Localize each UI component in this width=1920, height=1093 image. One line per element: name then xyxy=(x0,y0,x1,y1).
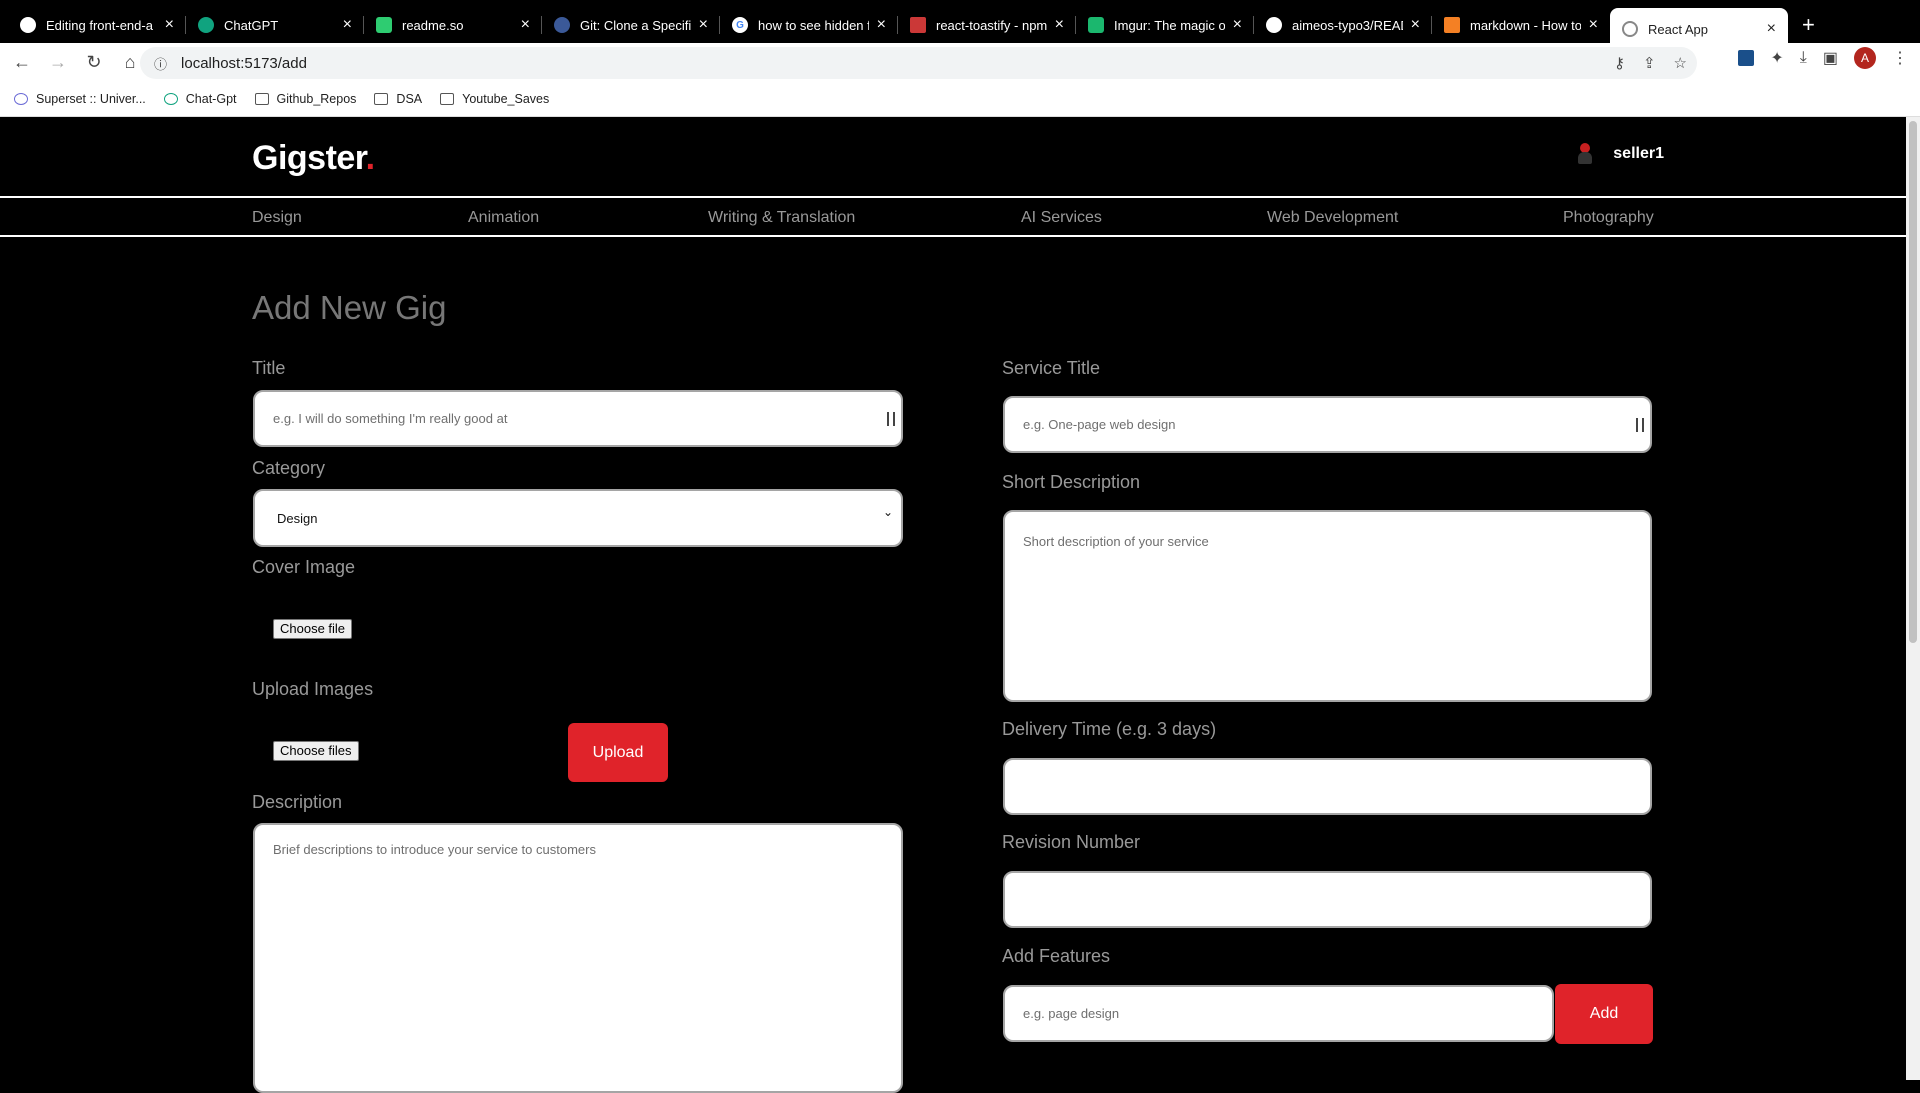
category-link[interactable]: Animation xyxy=(468,209,539,227)
git-icon xyxy=(554,17,570,33)
description-label: Description xyxy=(252,792,343,812)
add-feature-button[interactable]: Add xyxy=(1555,984,1653,1044)
category-link[interactable]: AI Services xyxy=(1021,209,1102,227)
browser-tab[interactable]: Editing front-end-a × xyxy=(8,6,186,44)
close-tab-icon[interactable]: × xyxy=(521,16,530,34)
scrollbar-thumb[interactable] xyxy=(1909,121,1917,643)
close-tab-icon[interactable]: × xyxy=(1411,16,1420,34)
npm-icon xyxy=(910,17,926,33)
extension-icon[interactable] xyxy=(1738,50,1755,66)
upload-images-label: Upload Images xyxy=(252,679,374,699)
category-nav: Design Animation Writing & Translation A… xyxy=(0,196,1906,237)
upload-button[interactable]: Upload xyxy=(568,723,668,782)
category-label: Category xyxy=(252,458,326,478)
folder-icon xyxy=(254,93,269,105)
chatgpt-icon xyxy=(163,93,178,105)
site-info-icon[interactable]: ⓘ xyxy=(154,54,167,73)
title-input[interactable]: e.g. I will do something I'm really good… xyxy=(253,390,903,447)
description-textarea[interactable]: Brief descriptions to introduce your ser… xyxy=(253,823,903,1093)
puzzle-icon[interactable]: ✦ xyxy=(1770,48,1783,68)
bookmarks-bar: Superset :: Univer... Chat-Gpt Github_Re… xyxy=(0,82,1920,117)
close-tab-icon[interactable]: × xyxy=(1767,20,1776,38)
page-content: Gigster. seller1 Design Animation Writin… xyxy=(0,117,1906,1093)
url-text: localhost:5173/add xyxy=(181,54,307,72)
category-link[interactable]: Writing & Translation xyxy=(708,209,855,227)
browser-toolbar: ← → ↻ ⌂ ⓘ localhost:5173/add ⚷ ⇪ ☆ ✦ ⤓ ▣… xyxy=(0,43,1920,82)
category-link[interactable]: Design xyxy=(252,209,302,227)
github-icon xyxy=(1266,17,1282,33)
service-title-input[interactable]: e.g. One-page web design xyxy=(1003,396,1652,453)
delivery-time-input[interactable] xyxy=(1003,758,1652,815)
key-icon[interactable]: ⚷ xyxy=(1614,54,1625,72)
revision-number-label: Revision Number xyxy=(1002,832,1141,852)
readme-icon xyxy=(376,17,392,33)
browser-tab[interactable]: aimeos-typo3/READ × xyxy=(1254,6,1432,44)
reload-icon[interactable]: ↻ xyxy=(78,47,110,79)
imgur-icon xyxy=(1088,17,1104,33)
close-tab-icon[interactable]: × xyxy=(1589,16,1598,34)
browser-tab[interactable]: Git: Clone a Specific × xyxy=(542,6,720,44)
category-link[interactable]: Photography xyxy=(1563,209,1654,227)
add-features-label: Add Features xyxy=(1002,946,1111,966)
cover-image-label: Cover Image xyxy=(252,557,356,577)
close-tab-icon[interactable]: × xyxy=(165,16,174,34)
close-tab-icon[interactable]: × xyxy=(1233,16,1242,34)
google-icon: G xyxy=(732,17,748,33)
short-description-textarea[interactable]: Short description of your service xyxy=(1003,510,1652,702)
download-icon[interactable]: ⤓ xyxy=(1800,49,1807,67)
chatgpt-icon xyxy=(198,17,214,33)
browser-tab[interactable]: readme.so × xyxy=(364,6,542,44)
folder-icon xyxy=(440,93,455,105)
new-tab-icon[interactable]: + xyxy=(1802,12,1815,38)
address-bar[interactable]: ⓘ localhost:5173/add ⚷ ⇪ ☆ xyxy=(140,47,1697,79)
browser-tab[interactable]: Imgur: The magic of × xyxy=(1076,6,1254,44)
features-input[interactable]: e.g. page design xyxy=(1003,985,1554,1042)
back-icon[interactable]: ← xyxy=(6,47,38,79)
close-tab-icon[interactable]: × xyxy=(343,16,352,34)
bookmark-item[interactable]: Chat-Gpt xyxy=(163,92,237,106)
sidepanel-icon[interactable]: ▣ xyxy=(1823,48,1838,68)
github-icon xyxy=(20,17,36,33)
browser-tab[interactable]: Ghow to see hidden f × xyxy=(720,6,898,44)
share-icon[interactable]: ⇪ xyxy=(1643,54,1656,72)
browser-tab[interactable]: markdown - How to × xyxy=(1432,6,1610,44)
profile-avatar[interactable]: A xyxy=(1854,47,1876,69)
upload-images-file-input[interactable]: Choose files xyxy=(273,741,359,761)
short-description-label: Short Description xyxy=(1002,472,1141,492)
browser-tab[interactable]: ChatGPT × xyxy=(186,6,364,44)
browser-tab[interactable]: react-toastify - npm × xyxy=(898,6,1076,44)
title-label: Title xyxy=(252,358,286,378)
category-select[interactable]: Design ⌄ xyxy=(253,489,903,547)
stackoverflow-icon xyxy=(1444,17,1460,33)
site-logo[interactable]: Gigster. xyxy=(252,139,375,178)
bookmark-item[interactable]: Superset :: Univer... xyxy=(14,92,146,106)
page-title: Add New Gig xyxy=(252,289,447,326)
forward-icon[interactable]: → xyxy=(42,47,74,79)
folder-icon xyxy=(374,93,389,105)
page-scrollbar[interactable] xyxy=(1906,117,1920,1080)
close-tab-icon[interactable]: × xyxy=(1055,16,1064,34)
globe-icon xyxy=(1622,21,1638,37)
close-tab-icon[interactable]: × xyxy=(877,16,886,34)
delivery-time-label: Delivery Time (e.g. 3 days) xyxy=(1002,719,1217,739)
chevron-down-icon: ⌄ xyxy=(882,505,893,519)
bookmark-item[interactable]: DSA xyxy=(374,92,422,106)
cover-image-file-input[interactable]: Choose file xyxy=(273,619,353,639)
close-tab-icon[interactable]: × xyxy=(699,16,708,34)
password-manager-icon[interactable] xyxy=(887,411,895,426)
bookmark-item[interactable]: Github_Repos xyxy=(254,92,356,106)
username: seller1 xyxy=(1613,145,1664,162)
bookmark-item[interactable]: Youtube_Saves xyxy=(440,92,549,106)
superset-icon xyxy=(14,93,28,105)
service-title-label: Service Title xyxy=(1002,358,1101,378)
category-link[interactable]: Web Development xyxy=(1267,209,1398,227)
star-icon[interactable]: ☆ xyxy=(1674,54,1687,72)
password-manager-icon[interactable] xyxy=(1636,417,1644,432)
menu-icon[interactable]: ⋮ xyxy=(1892,48,1908,68)
user-menu[interactable]: seller1 xyxy=(1577,143,1664,165)
revision-number-input[interactable] xyxy=(1003,871,1652,928)
user-avatar-icon xyxy=(1577,143,1593,165)
site-header: Gigster. seller1 xyxy=(0,117,1906,197)
